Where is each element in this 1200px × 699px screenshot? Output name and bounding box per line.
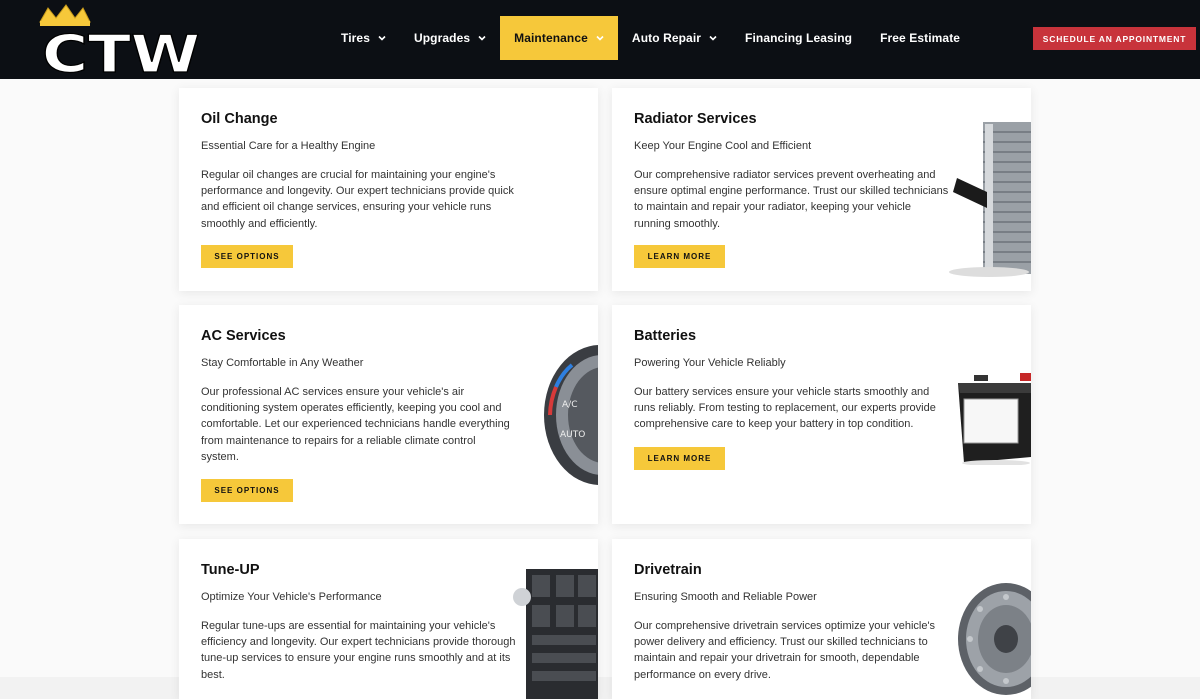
crown-logo-icon: CTW: [39, 4, 201, 86]
chevron-down-icon: [596, 35, 604, 41]
nav-free-estimate[interactable]: Free Estimate: [866, 16, 974, 60]
service-card-tune-up: Tune-UP Optimize Your Vehicle's Performa…: [179, 539, 598, 699]
service-card-drivetrain: Drivetrain Ensuring Smooth and Reliable …: [612, 539, 1031, 699]
torque-converter-icon: [958, 583, 1031, 695]
service-card-ac: AC Services Stay Comfortable in Any Weat…: [179, 305, 598, 524]
card-title: Oil Change: [201, 111, 278, 127]
nav-label: Upgrades: [413, 31, 471, 45]
ac-label: A/C: [562, 400, 577, 410]
learn-more-button[interactable]: LEARN MORE: [634, 245, 725, 268]
see-options-button[interactable]: SEE OPTIONS: [201, 245, 293, 268]
see-options-button[interactable]: SEE OPTIONS: [201, 479, 293, 502]
nav-label: Free Estimate: [880, 31, 961, 45]
nav-label: Maintenance: [514, 31, 588, 45]
svg-text:CTW: CTW: [42, 25, 200, 76]
nav-label: Tires: [341, 31, 370, 45]
auto-label: AUTO: [560, 430, 585, 440]
card-title: Tune-UP: [201, 562, 260, 578]
services-grid: Oil Change Essential Care for a Healthy …: [0, 79, 1200, 699]
card-description: Our comprehensive radiator services prev…: [634, 169, 949, 230]
card-description: Regular tune-ups are essential for maint…: [201, 620, 516, 681]
chevron-down-icon: [378, 35, 386, 41]
nav-tires[interactable]: Tires: [327, 16, 400, 60]
ctw-logo[interactable]: CTW: [38, 4, 203, 86]
nav-maintenance[interactable]: Maintenance: [500, 16, 618, 60]
main-nav: Tires Upgrades Maintenance Auto Repair F…: [327, 16, 974, 60]
nav-upgrades[interactable]: Upgrades: [400, 16, 500, 60]
card-description: Our professional AC services ensure your…: [201, 386, 510, 463]
schedule-appointment-button[interactable]: SCHEDULE AN APPOINTMENT: [1033, 27, 1196, 50]
site-header: CTW Tires Upgrades Maintenance Auto Repa…: [0, 0, 1200, 86]
card-title: Radiator Services: [634, 111, 757, 127]
learn-more-button[interactable]: LEARN MORE: [634, 447, 725, 470]
nav-financing-leasing[interactable]: Financing Leasing: [731, 16, 866, 60]
card-subtitle: Optimize Your Vehicle's Performance: [201, 591, 382, 603]
service-card-radiator: Radiator Services Keep Your Engine Cool …: [612, 88, 1031, 291]
card-title: Drivetrain: [634, 562, 702, 578]
chevron-down-icon: [709, 35, 717, 41]
nav-label: Financing Leasing: [745, 31, 853, 45]
card-subtitle: Stay Comfortable in Any Weather: [201, 357, 364, 369]
card-title: AC Services: [201, 328, 286, 344]
engine-icon: [513, 569, 598, 699]
service-card-batteries: Batteries Powering Your Vehicle Reliably…: [612, 305, 1031, 524]
card-subtitle: Powering Your Vehicle Reliably: [634, 357, 786, 369]
card-subtitle: Keep Your Engine Cool and Efficient: [634, 140, 812, 152]
chevron-down-icon: [478, 35, 486, 41]
ac-control-knob-icon: A/C AUTO: [544, 345, 598, 485]
radiator-icon: [949, 122, 1031, 277]
car-battery-icon: [958, 373, 1031, 465]
nav-auto-repair[interactable]: Auto Repair: [618, 16, 731, 60]
card-description: Our comprehensive drivetrain services op…: [634, 620, 936, 681]
nav-label: Auto Repair: [631, 31, 702, 45]
card-title: Batteries: [634, 328, 697, 344]
card-description: Regular oil changes are crucial for main…: [201, 169, 514, 230]
card-description: Our battery services ensure your vehicle…: [634, 386, 936, 431]
card-subtitle: Ensuring Smooth and Reliable Power: [634, 591, 817, 603]
card-subtitle: Essential Care for a Healthy Engine: [201, 140, 376, 152]
service-card-oil-change: Oil Change Essential Care for a Healthy …: [179, 88, 598, 291]
